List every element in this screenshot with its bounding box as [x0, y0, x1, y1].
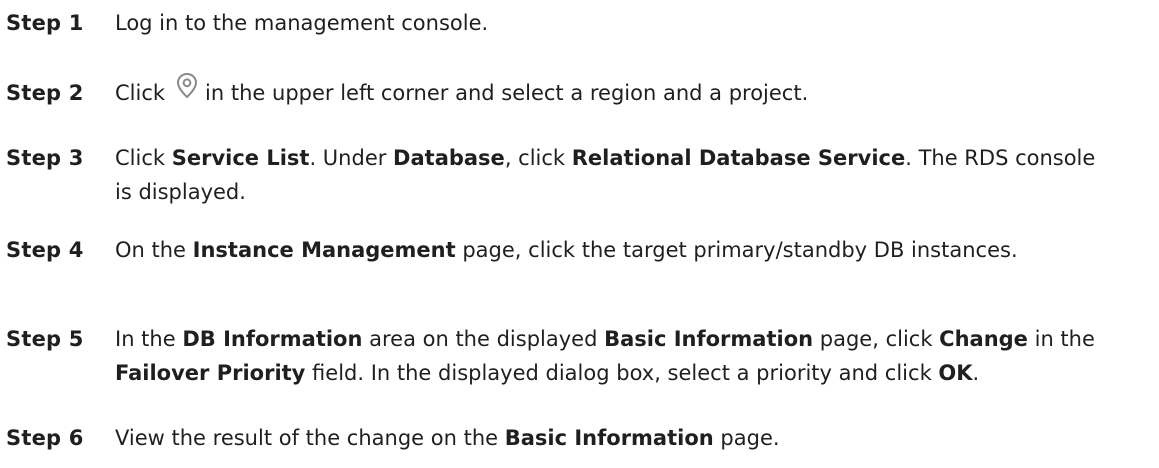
step-text: View the result of the change on the Bas… — [115, 426, 780, 450]
step-4: Step 4 On the Instance Management page, … — [6, 233, 1146, 267]
step-label: Step 4 — [6, 238, 84, 262]
location-pin-icon — [173, 70, 201, 104]
step-text: In the DB Information area on the displa… — [115, 327, 1095, 385]
step-text: On the Instance Management page, click t… — [115, 238, 1018, 262]
step-label: Step 5 — [6, 327, 84, 351]
step-text: Click in the upper left corner and selec… — [115, 72, 1115, 110]
step-text: Click Service List. Under Database, clic… — [115, 146, 1096, 204]
step-label: Step 1 — [6, 11, 84, 35]
step-3: Step 3 Click Service List. Under Databas… — [6, 141, 1146, 209]
step-6: Step 6 View the result of the change on … — [6, 421, 1146, 455]
step-5: Step 5 In the DB Information area on the… — [6, 322, 1146, 390]
step-1: Step 1 Log in to the management console. — [6, 6, 1146, 40]
step-label: Step 3 — [6, 146, 84, 170]
step-label: Step 6 — [6, 426, 84, 450]
step-text: Log in to the management console. — [115, 11, 489, 35]
step-2: Step 2 Click in the upper left corner an… — [6, 72, 1146, 110]
step-label: Step 2 — [6, 81, 84, 105]
procedure-steps: Step 1 Log in to the management console.… — [0, 0, 1159, 468]
